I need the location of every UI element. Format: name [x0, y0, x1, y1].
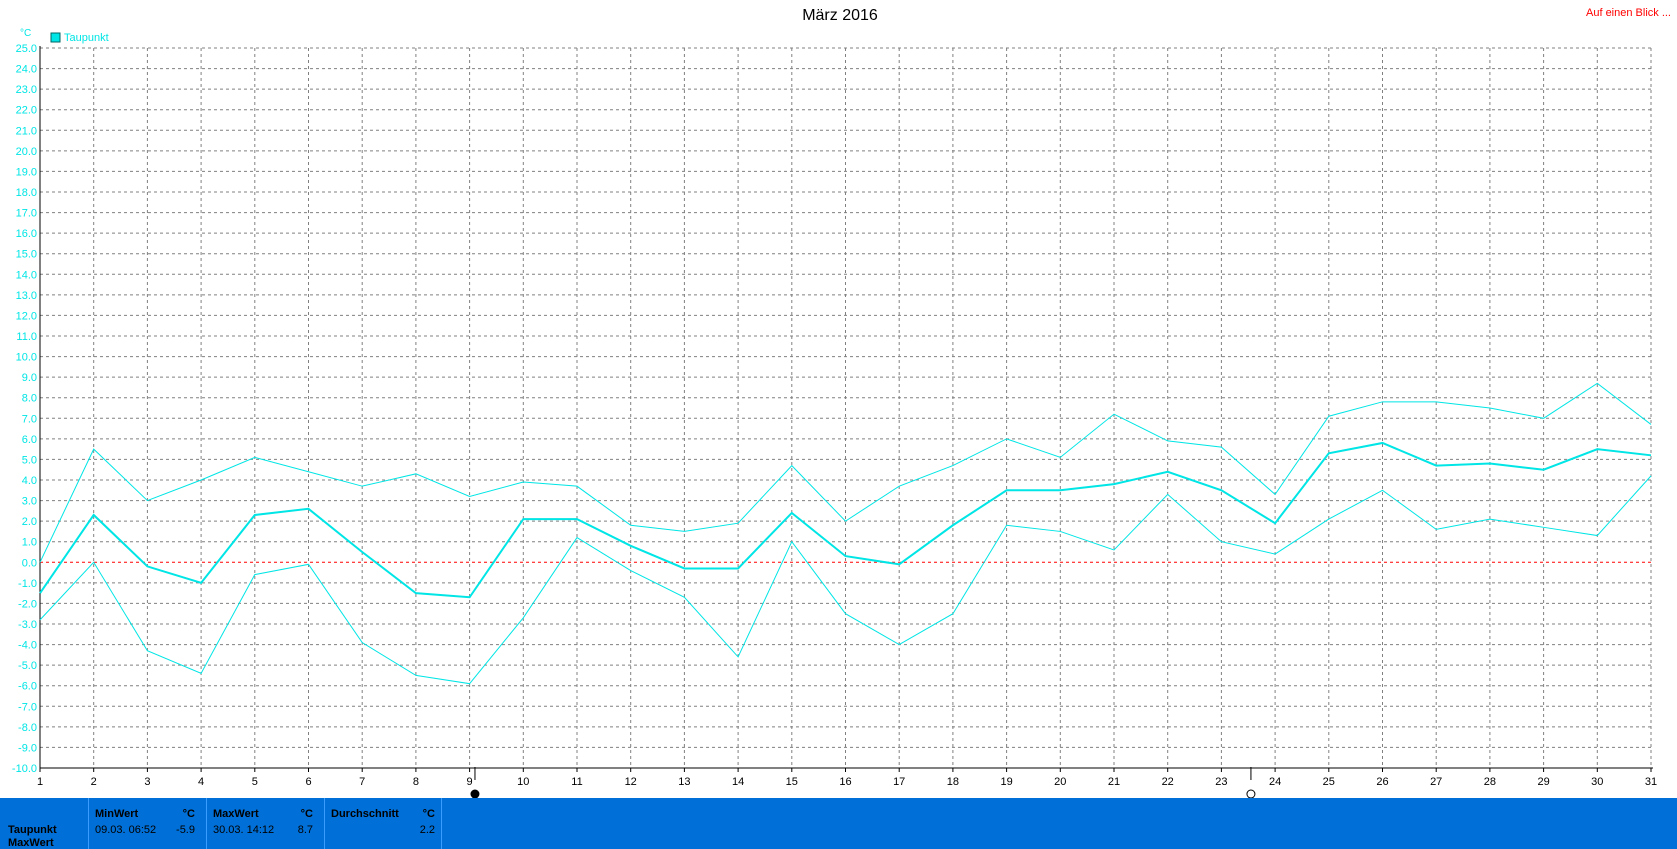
legend-swatch: [50, 32, 61, 43]
x-tick-label: 9: [467, 776, 473, 788]
stats-row-label-2: MaxWert: [8, 837, 54, 849]
y-tick-label: -4.0: [18, 640, 37, 652]
y-tick-label: -5.0: [18, 660, 37, 672]
y-tick-label: -2.0: [18, 598, 37, 610]
x-tick-label: 17: [893, 776, 905, 788]
x-tick-label: 20: [1054, 776, 1066, 788]
y-tick-label: -8.0: [18, 722, 37, 734]
open-marker: [1246, 789, 1256, 798]
x-tick-label: 19: [1000, 776, 1012, 788]
y-tick-label: 2.0: [22, 516, 37, 528]
chart-canvas: März 2016 Auf einen Blick ... Taupunkt °…: [12, 7, 1671, 798]
x-tick-label: 13: [678, 776, 690, 788]
x-tick-label: 14: [732, 776, 744, 788]
markers: [470, 767, 1256, 798]
y-tick-labels: 25.0 24.0 23.0 22.0 21.0 20.0 19.0 18.0 17.0 16.0…: [12, 43, 37, 775]
y-tick-label: -9.0: [18, 742, 37, 754]
y-tick-label: -1.0: [18, 578, 37, 590]
x-tick-label: 1: [37, 776, 43, 788]
y-tick-label: 25.0: [16, 43, 37, 55]
stats-row-label: Taupunkt: [8, 824, 57, 836]
stat-max-header: MaxWert: [213, 808, 259, 820]
stat-min-value: -5.9: [176, 824, 195, 836]
stat-avg-value: 2.2: [419, 824, 435, 836]
y-tick-label: 1.0: [22, 537, 37, 549]
y-tick-label: 15.0: [16, 249, 37, 261]
y-tick-label: 19.0: [16, 166, 37, 178]
y-tick-label: -3.0: [18, 619, 37, 631]
y-tick-label: 0.0: [22, 557, 37, 569]
x-tick-label: 26: [1376, 776, 1388, 788]
y-tick-label: 20.0: [16, 146, 37, 158]
x-tick-label: 7: [359, 776, 365, 788]
chart-title: März 2016: [802, 7, 878, 24]
x-tick-label: 31: [1645, 776, 1657, 788]
stat-avg-box: Durchschnitt °C 2.2: [324, 798, 442, 849]
y-tick-label: 22.0: [16, 105, 37, 117]
x-tick-label: 12: [625, 776, 637, 788]
y-tick-label: 10.0: [16, 352, 37, 364]
series-line-min: [39, 475, 1652, 685]
stat-max-unit: °C: [300, 808, 313, 820]
overview-link[interactable]: Auf einen Blick ...: [1586, 7, 1671, 19]
series-line-avg: [39, 441, 1652, 599]
y-tick-label: -7.0: [18, 701, 37, 713]
y-tick-label: 4.0: [22, 475, 37, 487]
x-tick-label: 23: [1215, 776, 1227, 788]
y-tick-label: 16.0: [16, 228, 37, 240]
x-tick-label: 8: [413, 776, 419, 788]
x-tick-label: 21: [1108, 776, 1120, 788]
y-tick-label: 17.0: [16, 208, 37, 220]
y-tick-label: 13.0: [16, 290, 37, 302]
x-tick-label: 3: [144, 776, 150, 788]
stat-max-time: 30.03. 14:12: [213, 824, 275, 836]
y-tick-label: -10.0: [12, 763, 37, 775]
x-tick-label: 25: [1323, 776, 1335, 788]
y-tick-label: 23.0: [16, 84, 37, 96]
y-tick-label: 8.0: [22, 393, 37, 405]
x-tick-label: 2: [91, 776, 97, 788]
x-tick-label: 29: [1537, 776, 1549, 788]
axes: [39, 46, 1653, 772]
x-tick-labels: 1 2 3 4 5 6 7 8 9 10 11 12 13 14 15 16 17 18 19 20 21 22 23 24 2…: [37, 776, 1657, 788]
filled-marker: [470, 789, 480, 798]
stat-avg-unit: °C: [422, 808, 435, 820]
stat-max-box: MaxWert °C 30.03. 14:12 8.7: [206, 798, 319, 849]
y-tick-label: 24.0: [16, 64, 37, 76]
stat-min-header: MinWert: [95, 808, 139, 820]
x-tick-label: 5: [252, 776, 258, 788]
x-tick-label: 16: [839, 776, 851, 788]
x-tick-label: 24: [1269, 776, 1281, 788]
y-tick-label: 14.0: [16, 269, 37, 281]
y-tick-label: 12.0: [16, 310, 37, 322]
legend-label: Taupunkt: [64, 32, 109, 44]
stat-max-value: 8.7: [297, 824, 313, 836]
x-tick-label: 10: [517, 776, 529, 788]
x-tick-label: 6: [305, 776, 311, 788]
grid: [40, 47, 1652, 769]
stat-min-box: MinWert °C 09.03. 06:52 -5.9: [88, 798, 201, 849]
x-tick-label: 4: [198, 776, 204, 788]
stat-min-time: 09.03. 06:52: [95, 824, 157, 836]
x-tick-label: 11: [571, 776, 582, 788]
y-tick-label: 18.0: [16, 187, 37, 199]
x-tick-label: 15: [786, 776, 798, 788]
x-tick-label: 28: [1484, 776, 1496, 788]
x-tick-label: 30: [1591, 776, 1603, 788]
stat-min-unit: °C: [182, 808, 195, 820]
y-tick-label: 6.0: [22, 434, 37, 446]
y-tick-label: 3.0: [22, 496, 37, 508]
stat-avg-header: Durchschnitt: [331, 808, 399, 820]
y-tick-label: 9.0: [22, 372, 37, 384]
y-tick-label: 7.0: [22, 413, 37, 425]
x-tick-label: 27: [1430, 776, 1442, 788]
y-tick-label: -6.0: [18, 681, 37, 693]
y-tick-label: 5.0: [22, 454, 37, 466]
x-tick-label: 18: [947, 776, 959, 788]
y-tick-label: 11.0: [16, 331, 37, 343]
y-tick-label: 21.0: [16, 125, 37, 137]
y-axis-unit: °C: [20, 28, 31, 39]
stats-panel: Taupunkt MaxWert MinWert °C 09.03. 06:52…: [0, 798, 1677, 849]
x-tick-label: 22: [1162, 776, 1174, 788]
